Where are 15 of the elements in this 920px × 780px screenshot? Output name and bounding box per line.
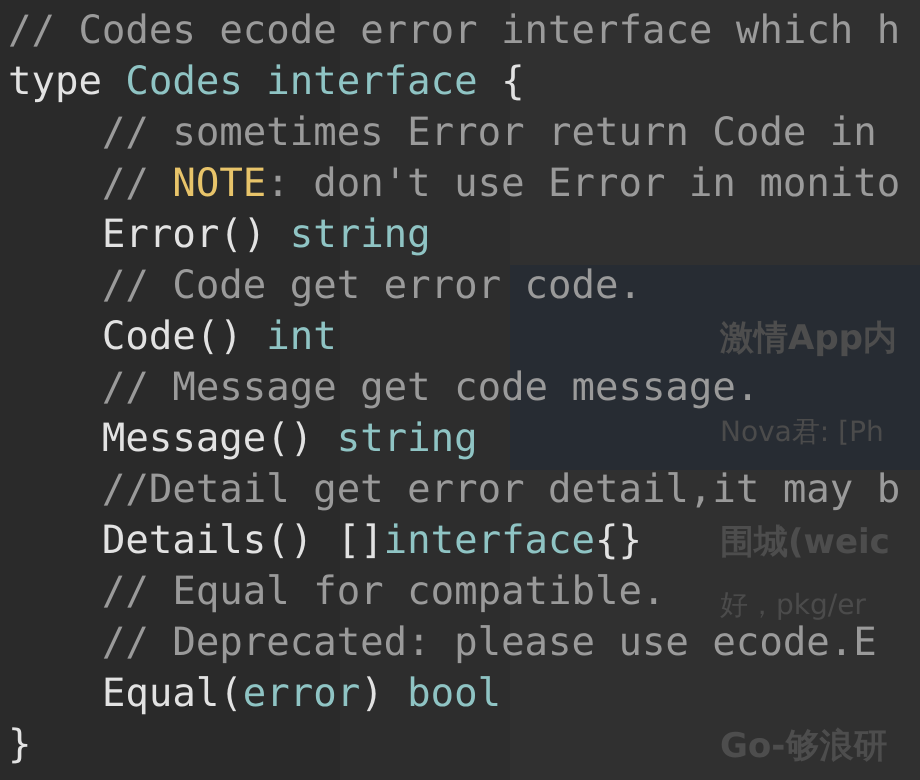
code-line: // Code get error code. bbox=[102, 262, 642, 310]
code-line: // Codes ecode error interface which h bbox=[8, 7, 900, 55]
code-line: // Message get code message. bbox=[102, 364, 760, 412]
code-line: // Equal for compatible. bbox=[102, 568, 666, 616]
code-line: Error() string bbox=[102, 211, 431, 259]
code-line: Details() []interface{} bbox=[102, 517, 642, 565]
code-line: Equal(error) bool bbox=[102, 670, 502, 718]
code-line: } bbox=[8, 721, 32, 769]
code-line: // sometimes Error return Code in bbox=[102, 109, 877, 157]
code-line: //Detail get error detail,it may b bbox=[102, 466, 900, 514]
code-line: // Deprecated: please use ecode.E bbox=[102, 620, 877, 667]
code-line: type Codes interface { bbox=[8, 58, 525, 106]
code-line: Message() string bbox=[102, 415, 478, 463]
code-line: Code() int bbox=[102, 313, 337, 361]
code-line: // NOTE: don't use Error in monito bbox=[102, 160, 900, 208]
